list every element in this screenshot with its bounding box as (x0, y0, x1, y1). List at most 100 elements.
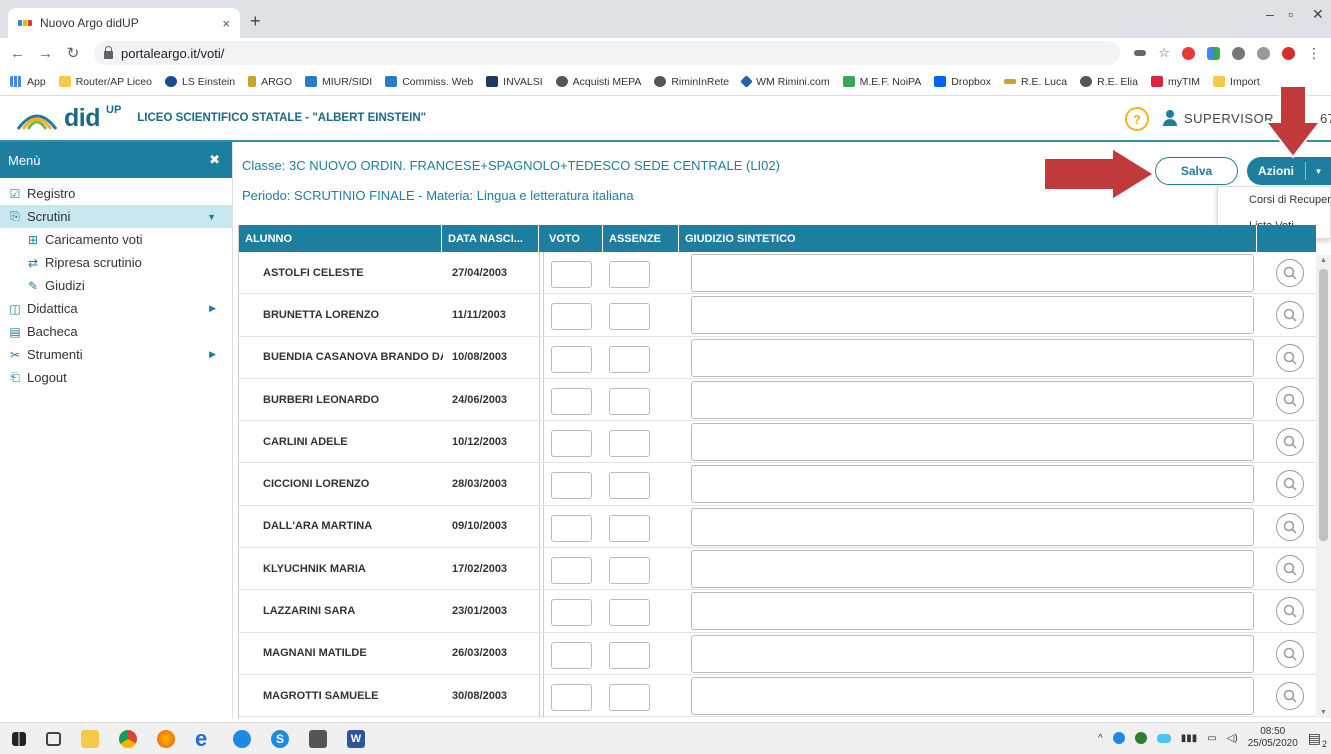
file-explorer-icon[interactable] (81, 729, 99, 748)
bookmark-apps[interactable]: App (10, 76, 46, 88)
absences-input[interactable] (609, 303, 650, 331)
judgment-textarea[interactable] (691, 380, 1254, 419)
key-icon[interactable] (1134, 50, 1147, 56)
grade-input[interactable] (551, 261, 592, 288)
sidebar-item-ripresa-scrutinio[interactable]: ⇄ Ripresa scrutinio (0, 251, 232, 274)
details-button[interactable] (1276, 639, 1304, 668)
forward-icon[interactable]: → (38, 45, 53, 62)
bookmark-argo[interactable]: ARGO (248, 76, 292, 88)
bookmark-noipa[interactable]: M.E.F. NoiPA (842, 76, 921, 88)
chevron-up-icon[interactable]: ^ (1098, 733, 1103, 744)
grade-input[interactable] (551, 345, 592, 373)
sidebar-item-giudizi[interactable]: ✎ Giudizi (0, 274, 232, 297)
menu-close-icon[interactable]: ✖ (209, 152, 220, 168)
word-icon[interactable]: W (347, 729, 365, 748)
col-voto[interactable]: VOTO (543, 225, 603, 252)
save-button[interactable]: Salva (1155, 157, 1238, 185)
scrollbar-thumb[interactable] (1319, 269, 1328, 541)
judgment-textarea[interactable] (691, 550, 1254, 589)
adblock-icon[interactable] (1182, 46, 1195, 60)
firefox-icon[interactable] (157, 729, 175, 748)
tab-close-icon[interactable]: × (222, 16, 230, 31)
sidebar-item-strumenti[interactable]: ✂ Strumenti ▶ (0, 343, 232, 366)
judgment-textarea[interactable] (691, 676, 1254, 715)
judgment-textarea[interactable] (691, 634, 1254, 673)
maximize-icon[interactable]: ▫ (1288, 6, 1293, 22)
scroll-up-icon[interactable]: ▲ (1320, 257, 1327, 264)
bookmark-mytim[interactable]: myTIM (1150, 76, 1200, 88)
browser-menu-icon[interactable]: ⋮ (1307, 45, 1321, 62)
scroll-down-icon[interactable]: ▼ (1320, 709, 1327, 716)
bookmark-router[interactable]: Router/AP Liceo (58, 76, 152, 88)
bookmark-invalsi[interactable]: INVALSI (486, 76, 543, 88)
details-button[interactable] (1276, 259, 1304, 287)
windows-start-icon[interactable] (12, 731, 26, 746)
judgment-textarea[interactable] (691, 423, 1254, 462)
extension-icon[interactable] (1207, 46, 1220, 60)
absences-input[interactable] (609, 430, 650, 458)
back-icon[interactable]: ← (10, 45, 25, 62)
security-icon[interactable] (1134, 732, 1147, 744)
bookmark-commiss[interactable]: Commiss. Web (385, 76, 473, 88)
edge-icon[interactable]: e (195, 727, 213, 749)
absences-input[interactable] (609, 261, 650, 288)
judgment-textarea[interactable] (691, 465, 1254, 504)
details-button[interactable] (1276, 512, 1304, 541)
bookmark-miur[interactable]: MIUR/SIDI (305, 76, 372, 88)
absences-input[interactable] (609, 514, 650, 542)
grade-input[interactable] (551, 514, 592, 542)
grade-input[interactable] (551, 430, 592, 458)
display-icon[interactable]: ▭ (1207, 733, 1216, 744)
profile-icon[interactable] (1282, 46, 1295, 60)
grade-input[interactable] (551, 387, 592, 415)
col-alunno[interactable]: ALUNNO (239, 225, 442, 252)
bookmark-re-elia[interactable]: R.E. Elia (1080, 76, 1138, 88)
notifications-icon[interactable]: ▤ 2 (1308, 730, 1327, 749)
absences-input[interactable] (609, 683, 650, 711)
details-button[interactable] (1276, 681, 1304, 710)
window-close-icon[interactable]: ✕ (1312, 6, 1324, 23)
task-view-icon[interactable] (46, 731, 61, 746)
volume-icon[interactable]: ◁) (1227, 733, 1238, 744)
cloud-icon[interactable] (1156, 733, 1171, 743)
chrome-icon[interactable] (119, 729, 137, 748)
calculator-icon[interactable] (309, 729, 327, 748)
bookmark-dropbox[interactable]: Dropbox (934, 76, 991, 88)
drive-icon[interactable] (1232, 46, 1245, 60)
col-data-nascita[interactable]: DATA NASCI... (442, 225, 539, 252)
grade-input[interactable] (551, 599, 592, 627)
details-button[interactable] (1276, 555, 1304, 584)
absences-input[interactable] (609, 472, 650, 500)
bookmark-import[interactable]: Import (1213, 76, 1260, 88)
details-button[interactable] (1276, 301, 1304, 330)
judgment-textarea[interactable] (691, 507, 1254, 546)
col-assenze[interactable]: ASSENZE (603, 225, 679, 252)
menu-item-corsi-recupero[interactable]: Corsi di Recupero (1218, 187, 1331, 213)
sidebar-item-caricamento-voti[interactable]: ⊞ Caricamento voti (0, 228, 232, 251)
details-button[interactable] (1276, 343, 1304, 372)
bookmark-re-luca[interactable]: R.E. Luca (1003, 76, 1067, 88)
new-tab-button[interactable]: + (250, 12, 261, 30)
shield-icon[interactable] (1257, 46, 1270, 60)
judgment-textarea[interactable] (691, 338, 1254, 377)
network-signal-icon[interactable]: ▮▮▮ (1181, 733, 1198, 744)
bookmark-rimininrete[interactable]: RiminInRete (654, 76, 729, 88)
star-icon[interactable]: ☆ (1158, 45, 1170, 61)
app-icon[interactable] (233, 729, 251, 748)
sidebar-item-bacheca[interactable]: ▤ Bacheca (0, 320, 232, 343)
bookmark-wm-rimini[interactable]: WM Rimini.com (740, 75, 830, 88)
dropdown-caret-icon[interactable]: ▼ (1306, 167, 1331, 176)
grade-input[interactable] (551, 303, 592, 331)
col-giudizio[interactable]: GIUDIZIO SINTETICO (679, 225, 1257, 252)
bluetooth-icon[interactable] (1112, 732, 1125, 744)
grade-input[interactable] (551, 557, 592, 585)
actions-button[interactable]: Azioni ▼ (1247, 157, 1331, 185)
bookmark-ls-einstein[interactable]: LS Einstein (164, 76, 235, 88)
judgment-textarea[interactable] (691, 296, 1254, 335)
sidebar-item-scrutini[interactable]: ⎘ Scrutini ▼ (0, 205, 232, 228)
grade-input[interactable] (551, 641, 592, 669)
judgment-textarea[interactable] (691, 254, 1254, 292)
minimize-icon[interactable]: – (1266, 6, 1274, 22)
details-button[interactable] (1276, 597, 1304, 626)
table-scrollbar[interactable]: ▲ ▼ (1316, 255, 1331, 718)
